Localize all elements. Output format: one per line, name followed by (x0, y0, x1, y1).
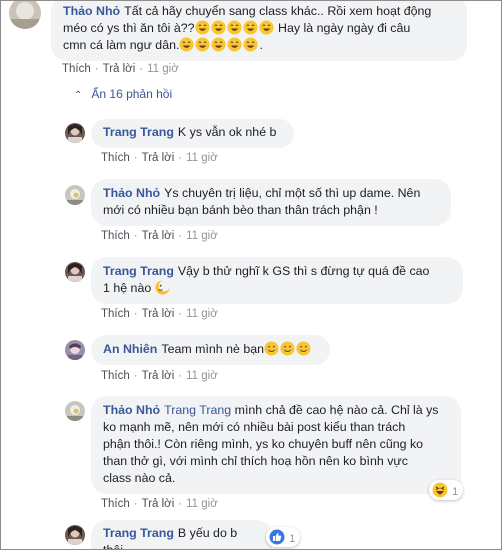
grinning-sweat-emoji-icon (227, 20, 242, 35)
reaction-summary[interactable]: 1 (429, 480, 464, 500)
separator: · (133, 498, 138, 510)
timestamp[interactable]: 11 giờ (186, 498, 218, 510)
avatar[interactable] (65, 123, 85, 143)
avatar[interactable] (65, 262, 85, 282)
chevron-up-icon: ⌃ (74, 90, 83, 101)
reaction-count: 1 (289, 533, 296, 545)
separator: · (133, 308, 138, 320)
comment-text: méo có ys thì ăn tôi à?? (63, 21, 195, 35)
timestamp[interactable]: 11 giờ (186, 308, 218, 320)
reply-text: ko mạnh mẽ, nên mới có nhiều bài post ki… (103, 420, 406, 434)
like-link[interactable]: Thích (101, 152, 130, 164)
mention-link[interactable]: Trang Trang (164, 403, 231, 417)
reply-bubble: Trang Trang K ys vẫn ok nhé b (91, 119, 294, 148)
like-link[interactable]: Thích (101, 308, 130, 320)
timestamp[interactable]: 11 giờ (186, 370, 218, 382)
reply-link[interactable]: Trả lời (142, 308, 175, 320)
reply-text: K ys vẫn ok nhé b (177, 125, 277, 139)
separator: · (178, 370, 183, 382)
reaction-summary[interactable]: 1 (266, 527, 301, 547)
timestamp[interactable]: 11 giờ (147, 63, 179, 75)
reply-text: mới có nhiều bạn bánh bèo than thân trác… (103, 203, 378, 217)
grinning-sweat-emoji-icon (179, 37, 194, 52)
reply-actions: Thích · Trả lời · 11 giờ (101, 151, 218, 165)
reply-text: Ys chuyên trị liệu, chỉ một số thì up da… (164, 186, 421, 200)
grinning-sweat-emoji-icon (259, 20, 274, 35)
hide-replies-button[interactable]: ⌃ Ẩn 16 phản hồi (74, 86, 172, 104)
moon-face-emoji-icon (155, 280, 170, 295)
reply-text: mình chả đề cao hệ nào cả. Chỉ là ys (231, 403, 439, 417)
like-link[interactable]: Thích (101, 498, 130, 510)
grinning-sweat-emoji-icon (243, 20, 258, 35)
reply-bubble: Trang Trang Vậy b thử nghĩ k GS thì s đừn… (91, 257, 463, 304)
comment-bubble: Thảo Nhỏ Tất cả hãy chuyển sang class khá… (51, 1, 467, 61)
reply-link[interactable]: Trả lời (103, 63, 136, 75)
smiling-face-emoji-icon (280, 341, 295, 356)
separator: · (94, 63, 99, 75)
reply-text: Vậy b thử nghĩ k GS thì s đừng tự quá đề… (177, 264, 430, 278)
like-link[interactable]: Thích (101, 370, 130, 382)
smiling-face-emoji-icon (296, 341, 311, 356)
haha-reaction-icon (432, 482, 448, 498)
comment-text: . (259, 38, 263, 52)
reaction-count: 1 (452, 486, 459, 498)
comment-actions: Thích · Trả lời · 11 giờ (62, 62, 179, 76)
reply-link[interactable]: Trả lời (142, 370, 175, 382)
grinning-sweat-emoji-icon (211, 37, 226, 52)
reply-bubble: Thảo Nhỏ Ys chuyên trị liệu, chỉ một số t… (91, 179, 451, 226)
separator: · (133, 230, 138, 242)
separator: · (178, 230, 183, 242)
reply-actions: Thích · Trả lời · 11 giờ (101, 369, 218, 383)
reply-text: class nào cả. (103, 471, 176, 485)
reply-link[interactable]: Trả lời (142, 498, 175, 510)
reply-bubble: An Nhiên Team mình nè bạn (91, 335, 330, 365)
reply-text: than thở gì, với mình chỉ thích hoạ hồn … (103, 454, 408, 468)
avatar[interactable] (65, 525, 85, 545)
reply-author[interactable]: Trang Trang (103, 264, 174, 278)
like-reaction-icon (269, 529, 285, 545)
separator: · (133, 152, 138, 164)
grinning-sweat-emoji-icon (195, 20, 210, 35)
grinning-sweat-emoji-icon (227, 37, 242, 52)
reply-text: phận thôi.! Còn riêng mình, ys ko chuyên… (103, 437, 424, 451)
smiling-face-emoji-icon (264, 341, 279, 356)
like-link[interactable]: Thích (62, 63, 91, 75)
avatar[interactable] (65, 401, 85, 421)
timestamp[interactable]: 11 giờ (186, 230, 218, 242)
reply-actions: Thích · Trả lời · 11 giờ (101, 229, 218, 243)
reply-actions: Thích · Trả lời · 11 giờ (101, 307, 218, 321)
separator: · (178, 498, 183, 510)
avatar[interactable] (9, 1, 41, 29)
grinning-sweat-emoji-icon (195, 37, 210, 52)
reply-author[interactable]: An Nhiên (103, 342, 157, 356)
timestamp[interactable]: 11 giờ (186, 152, 218, 164)
comment-author[interactable]: Thảo Nhỏ (63, 4, 120, 18)
comment-text: Tất cả hãy chuyển sang class khác.. Rồi … (124, 4, 432, 18)
reply-author[interactable]: Thảo Nhỏ (103, 403, 160, 417)
reply-text: Team mình nè bạn (161, 342, 265, 356)
comment-thread: Thảo Nhỏ Tất cả hãy chuyển sang class khá… (0, 0, 502, 550)
reply-author[interactable]: Thảo Nhỏ (103, 186, 160, 200)
reply-link[interactable]: Trả lời (142, 152, 175, 164)
reply-author[interactable]: Trang Trang (103, 526, 174, 540)
comment-text: Hay là ngày ngày đi câu (274, 21, 411, 35)
reply-bubble: Thảo Nhỏ Trang Trang mình chả đề cao hệ n… (91, 396, 461, 494)
reply-text: 1 hệ nào (103, 281, 152, 295)
separator: · (133, 370, 138, 382)
like-link[interactable]: Thích (101, 230, 130, 242)
reply-bubble: Trang Trang B yếu do b thôi (91, 520, 272, 549)
separator: · (178, 308, 183, 320)
grinning-sweat-emoji-icon (243, 37, 258, 52)
avatar[interactable] (65, 185, 85, 205)
reply-actions: Thích · Trả lời · 11 giờ (101, 497, 218, 511)
grinning-sweat-emoji-icon (211, 20, 226, 35)
reply-author[interactable]: Trang Trang (103, 125, 174, 139)
avatar[interactable] (65, 340, 85, 360)
separator: · (139, 63, 144, 75)
comment-text: cmn cá làm ngư dân. (63, 38, 180, 52)
separator: · (178, 152, 183, 164)
reply-link[interactable]: Trả lời (142, 230, 175, 242)
hide-replies-label: Ẩn 16 phản hồi (91, 87, 173, 101)
